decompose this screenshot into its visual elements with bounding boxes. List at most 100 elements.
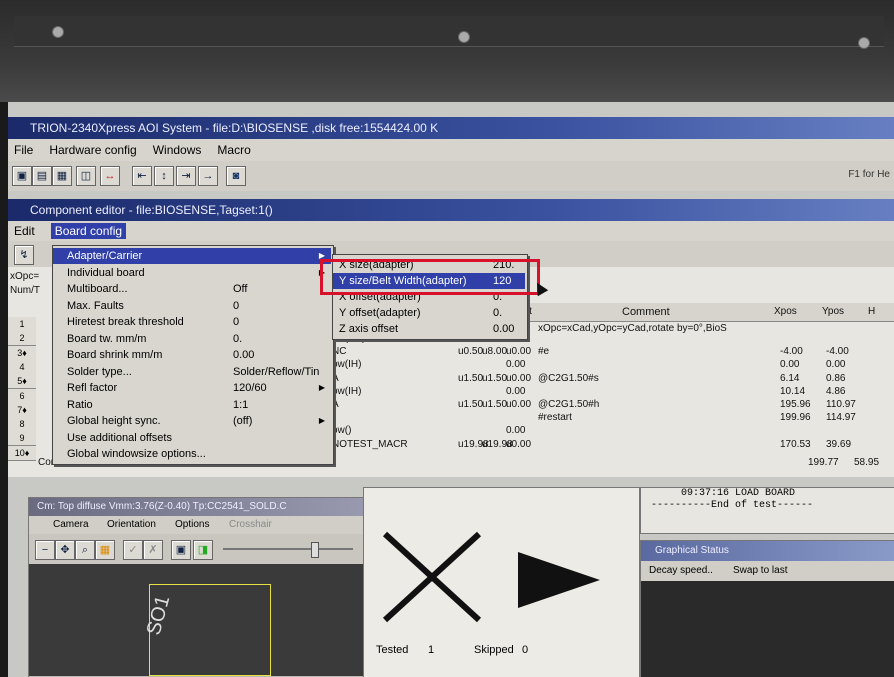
grid-left-label: Num/T [10, 285, 40, 296]
grid-icon[interactable]: ▦ [95, 540, 115, 560]
graphical-menu-decay[interactable]: Decay speed.. [649, 561, 713, 581]
camera-menubar: Camera Orientation Options Crosshair [29, 516, 367, 534]
menu-board-config[interactable]: Board config [50, 223, 127, 239]
board-menu-item[interactable]: Board tw. mm/m 0. [53, 331, 331, 347]
cross-icon[interactable]: ✗ [143, 540, 163, 560]
adapter-menu-label: Z axis offset [339, 323, 399, 335]
camera-view: SO1 [29, 564, 367, 676]
right-icon[interactable]: ⇥ [176, 166, 196, 186]
board-menu-item[interactable]: Global windowsize options... [53, 446, 331, 462]
cell-v3: 0.00 [506, 425, 526, 437]
monitor-bezel [0, 0, 894, 102]
cell-type: ow(IH) [332, 385, 362, 397]
app-title: TRION-2340Xpress AOI System - file:D:\BI… [30, 121, 439, 135]
zoom-slider-thumb[interactable] [311, 542, 319, 558]
board-menu-item[interactable]: Individual board ▶ [53, 265, 331, 281]
minus-icon[interactable]: − [35, 540, 55, 560]
skipped-label: Skipped [474, 644, 514, 656]
cell-x: 0.00 [780, 359, 800, 371]
cell-v3: u0.00 [506, 399, 532, 410]
disk-icon[interactable]: ▤ [32, 166, 52, 186]
board-menu-item[interactable]: Board shrink mm/m 0.00 [53, 347, 331, 363]
save-icon[interactable]: ▣ [12, 166, 32, 186]
board-menu-value: 0 [233, 316, 240, 328]
log-panel: 09:37:16 LOAD BOARD ----------End of tes… [640, 487, 894, 534]
board-menu-item[interactable]: Adapter/Carrier ▶ [53, 248, 331, 264]
menu-macro[interactable]: Macro [217, 143, 250, 157]
row-number[interactable]: 1 [8, 317, 36, 332]
save-image-icon[interactable]: ▣ [171, 540, 191, 560]
graphical-menu-swap[interactable]: Swap to last [733, 561, 787, 581]
board-menu-item[interactable]: Refl factor 120/60 ▶ [53, 380, 331, 396]
board-menu-item[interactable]: Solder type... Solder/Reflow/Tin [53, 364, 331, 380]
cell-v3: u0.00 [506, 346, 532, 358]
app-titlebar: TRION-2340Xpress AOI System - file:D:\BI… [8, 117, 894, 139]
align-icon[interactable]: ↔ [100, 166, 120, 186]
board-menu-item[interactable]: Global height sync. (off) ▶ [53, 413, 331, 429]
grid-left-label: xOpc= [10, 271, 40, 282]
cell-type: NOTEST_MACR [332, 438, 408, 450]
play-triangle-icon [518, 552, 600, 608]
cell-y: -4.00 [826, 346, 849, 358]
graphical-status-window: Graphical Status Decay speed.. Swap to l… [640, 540, 894, 677]
board-menu-item[interactable]: Hiretest break threshold 0 [53, 314, 331, 330]
header-comment: Comment [622, 306, 670, 318]
log-line-2: ----------End of test------ [651, 500, 814, 511]
camera-titlebar: Cm: Top diffuse Vmm:3.76(Z-0.40) Tp:CC25… [29, 498, 375, 516]
menu-hardware-config[interactable]: Hardware config [49, 143, 136, 157]
help-hint: F1 for He [848, 169, 890, 180]
bezel-band [14, 16, 884, 47]
adapter-menu-item[interactable]: Z axis offset 0.00 [333, 321, 525, 337]
cell-v2: u1.50 [482, 399, 508, 410]
zoom-icon[interactable]: ⌕ [75, 540, 95, 560]
editor-menubar: Edit Board config [8, 221, 894, 241]
chart-icon[interactable]: ◫ [76, 166, 96, 186]
end-icon[interactable]: → [198, 166, 218, 186]
board-menu-label: Global windowsize options... [67, 448, 206, 460]
camera-icon[interactable]: ◙ [226, 166, 246, 186]
print-icon[interactable]: ▦ [52, 166, 72, 186]
board-menu-label: Ratio [67, 398, 93, 411]
screw-icon [858, 37, 870, 49]
grid-header: ght Comment Xpos Ypos H [518, 303, 894, 322]
board-menu-label: Use additional offsets [67, 431, 172, 444]
graphical-titlebar: Graphical Status [641, 541, 894, 561]
board-menu-value: 120/60 [233, 382, 267, 394]
live-icon[interactable]: ◨ [193, 540, 213, 560]
menu-windows[interactable]: Windows [153, 143, 202, 157]
left-bracket-icon[interactable]: ⇤ [132, 166, 152, 186]
camera-title: Cm: Top diffuse Vmm:3.76(Z-0.40) Tp:CC25… [37, 501, 287, 512]
board-menu-label: Solder type... [67, 365, 132, 378]
board-menu-item[interactable]: Multiboard... Off [53, 281, 331, 297]
check-icon[interactable]: ✓ [123, 540, 143, 560]
center-icon[interactable]: ↕ [154, 166, 174, 186]
board-menu-item[interactable]: Max. Faults 0 [53, 298, 331, 314]
cell-x: 199.96 [780, 412, 811, 424]
tool-icon[interactable]: ↯ [14, 245, 34, 265]
adapter-menu-value: 0. [493, 307, 503, 319]
camera-menu-options[interactable]: Options [175, 516, 209, 534]
app-menubar: File Hardware config Windows Macro [8, 139, 894, 161]
camera-menu-orientation[interactable]: Orientation [107, 516, 156, 534]
last-row-x2: 199.77 [808, 457, 839, 468]
board-menu-item[interactable]: Ratio 1:1 [53, 397, 331, 413]
board-config-menu: Adapter/Carrier ▶ Individual board ▶ Multibo… [52, 245, 334, 465]
cell-type: ow() [332, 425, 352, 437]
move-icon[interactable]: ✥ [55, 540, 75, 560]
board-menu-label: Board shrink mm/m [67, 349, 163, 361]
camera-menu-camera[interactable]: Camera [53, 516, 89, 534]
board-menu-value: 0.00 [233, 349, 255, 361]
cell-v3: 0.00 [506, 385, 526, 397]
adapter-menu-label: Y offset(adapter) [339, 307, 421, 319]
highlight-box [320, 259, 540, 295]
menu-edit[interactable]: Edit [14, 224, 35, 238]
camera-menu-crosshair[interactable]: Crosshair [229, 516, 272, 534]
header-xpos: Xpos [774, 306, 797, 317]
adapter-menu-item[interactable]: Y offset(adapter) 0. [333, 305, 525, 321]
board-menu-item[interactable]: Use additional offsets [53, 430, 331, 446]
board-menu-label: Refl factor [67, 382, 118, 394]
menu-file[interactable]: File [14, 143, 33, 157]
submenu-arrow-icon: ▶ [318, 416, 325, 425]
zoom-slider[interactable] [223, 548, 353, 550]
board-menu-label: Adapter/Carrier [67, 250, 143, 262]
